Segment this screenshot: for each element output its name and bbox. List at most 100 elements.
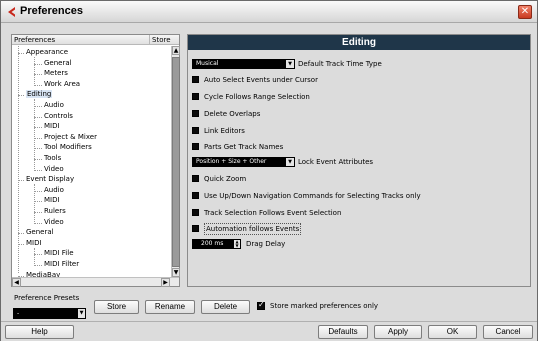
tree-item[interactable]: Tool Modifiers bbox=[44, 143, 92, 152]
checkbox[interactable] bbox=[192, 225, 199, 232]
tree-item[interactable]: MIDI bbox=[44, 122, 60, 131]
tree-item-label: General bbox=[26, 228, 54, 237]
checkbox[interactable] bbox=[192, 175, 199, 182]
tree-item[interactable]: General bbox=[26, 228, 54, 237]
tree-vertical-scrollbar[interactable]: ▲ ▼ bbox=[171, 46, 180, 277]
tree-connector bbox=[34, 116, 42, 118]
tree-connector bbox=[18, 53, 24, 54]
arrow-left-icon[interactable]: ◀ bbox=[12, 278, 21, 287]
tree-item-label: MIDI bbox=[44, 196, 60, 205]
tree-item[interactable]: Appearance bbox=[26, 48, 68, 57]
ok-button[interactable]: OK bbox=[428, 325, 477, 339]
checkbox[interactable] bbox=[192, 76, 199, 83]
option-label: Quick Zoom bbox=[204, 175, 247, 183]
chevron-down-icon: ▼ bbox=[285, 158, 294, 166]
arrow-up-icon[interactable]: ▲ bbox=[172, 46, 180, 55]
tree-guide-line bbox=[34, 57, 35, 86]
tree-item[interactable]: MIDI bbox=[26, 239, 42, 248]
close-icon: ✕ bbox=[520, 6, 530, 17]
tree-guide-line bbox=[34, 99, 35, 171]
tree-connector bbox=[34, 148, 42, 150]
option-label: Parts Get Track Names bbox=[204, 143, 284, 151]
tree-item[interactable]: Controls bbox=[44, 112, 73, 121]
lock-attributes-dropdown[interactable]: Position + Size + Other ▼ bbox=[192, 157, 295, 167]
tree-horizontal-scrollbar[interactable]: ◀ ▶ bbox=[12, 277, 179, 287]
checkbox[interactable] bbox=[192, 93, 199, 100]
time-type-label: Default Track Time Type bbox=[298, 60, 382, 68]
tree-item[interactable]: MIDI File bbox=[44, 249, 74, 258]
close-button[interactable]: ✕ bbox=[518, 5, 532, 19]
editing-panel: Editing Musical ▼ Default Track Time Typ… bbox=[187, 34, 531, 287]
tree-connector bbox=[34, 84, 42, 86]
tree-item-label: Video bbox=[44, 164, 64, 173]
tree-item-label: Rulers bbox=[44, 207, 66, 215]
delete-button[interactable]: Delete bbox=[201, 300, 250, 314]
title-bar[interactable]: Preferences ✕ bbox=[1, 1, 537, 23]
tree-item[interactable]: Editing bbox=[26, 90, 53, 99]
option-label: Automation follows Events bbox=[204, 223, 302, 235]
tree-item[interactable]: Work Area bbox=[44, 80, 80, 89]
option-label: Auto Select Events under Cursor bbox=[204, 76, 318, 84]
column-store[interactable]: Store bbox=[149, 35, 179, 45]
tree-item-label: Audio bbox=[44, 185, 64, 194]
tree-item[interactable]: Tools bbox=[44, 154, 61, 163]
tree-connector bbox=[34, 254, 42, 256]
checkbox[interactable] bbox=[192, 127, 199, 134]
tree-item[interactable]: MIDI bbox=[44, 196, 60, 205]
tree-header: Preferences Store bbox=[12, 35, 179, 45]
tree-guide-line bbox=[18, 46, 19, 273]
store-button[interactable]: Store bbox=[94, 300, 139, 314]
window-title: Preferences bbox=[20, 5, 83, 17]
lock-attributes-value: Position + Size + Other bbox=[196, 158, 267, 165]
tree-connector bbox=[34, 63, 42, 65]
scroll-thumb[interactable] bbox=[172, 57, 180, 267]
preferences-window: Preferences ✕ Preferences Store Appearan… bbox=[0, 0, 538, 341]
tree-item[interactable]: MIDI Filter bbox=[44, 260, 79, 269]
tree-item[interactable]: Project & Mixer bbox=[44, 133, 97, 142]
checkbox[interactable] bbox=[192, 192, 199, 199]
cancel-button[interactable]: Cancel bbox=[483, 325, 533, 339]
presets-dropdown[interactable]: - ▼ bbox=[13, 308, 86, 319]
checkbox[interactable] bbox=[192, 110, 199, 117]
chevron-down-icon: ▼ bbox=[285, 60, 294, 68]
spin-arrows-icon[interactable]: ▲ ▼ bbox=[233, 240, 240, 248]
tree-guide-line bbox=[34, 247, 35, 266]
checkbox[interactable] bbox=[192, 143, 199, 150]
tree-item-label: Controls bbox=[44, 111, 73, 120]
tree-item-label: Meters bbox=[44, 69, 68, 78]
time-type-value: Musical bbox=[196, 60, 219, 67]
column-preferences[interactable]: Preferences bbox=[14, 36, 55, 44]
checkbox-checked[interactable] bbox=[257, 300, 265, 310]
tree-item[interactable]: General bbox=[44, 59, 72, 68]
tree-item[interactable]: Rulers bbox=[44, 207, 66, 216]
preference-presets-label: Preference Presets bbox=[14, 294, 80, 302]
time-type-dropdown[interactable]: Musical ▼ bbox=[192, 59, 295, 69]
tree-item[interactable]: Video bbox=[44, 218, 64, 227]
tree-item[interactable]: Video bbox=[44, 165, 64, 174]
tree-item-label: Project & Mixer bbox=[44, 132, 97, 141]
tree-connector bbox=[18, 243, 24, 245]
rename-button[interactable]: Rename bbox=[145, 300, 195, 314]
tree-item-label: Editing bbox=[26, 90, 53, 99]
tree-item[interactable]: Meters bbox=[44, 69, 68, 78]
option-label: Link Editors bbox=[204, 127, 245, 135]
tree-connector bbox=[34, 212, 42, 213]
tree-item-label: General bbox=[44, 58, 72, 67]
drag-delay-stepper[interactable]: 200 ms ▲ ▼ bbox=[192, 239, 241, 249]
checkbox[interactable] bbox=[192, 209, 199, 216]
help-button[interactable]: Help bbox=[5, 325, 74, 339]
option-label: Cycle Follows Range Selection bbox=[204, 93, 310, 101]
cubase-logo-icon bbox=[8, 7, 15, 17]
defaults-button[interactable]: Defaults bbox=[318, 325, 368, 339]
tree-item-label: MIDI bbox=[44, 122, 60, 131]
tree-connector bbox=[34, 106, 42, 107]
apply-button[interactable]: Apply bbox=[374, 325, 422, 339]
tree-item[interactable]: Event Display bbox=[26, 175, 74, 184]
tree-connector bbox=[34, 159, 42, 160]
arrow-right-icon[interactable]: ▶ bbox=[161, 278, 170, 287]
tree-item[interactable]: Audio bbox=[44, 101, 64, 110]
arrow-down-icon[interactable]: ▼ bbox=[172, 268, 180, 277]
lock-attributes-label: Lock Event Attributes bbox=[298, 158, 374, 166]
tree-item[interactable]: Audio bbox=[44, 186, 64, 195]
presets-value: - bbox=[17, 310, 20, 317]
